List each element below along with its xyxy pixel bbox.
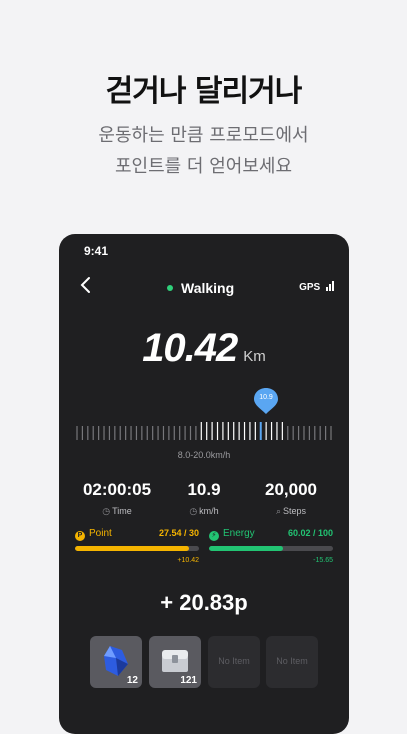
point-label: Point — [89, 528, 112, 539]
hero-subtitle: 운동하는 만큼 프로모드에서 포인트를 더 얻어보세요 — [0, 120, 407, 182]
distance-value: 10.42 — [142, 326, 238, 370]
item-slot-4[interactable]: No Item — [266, 636, 318, 688]
back-button[interactable] — [77, 274, 97, 296]
energy-ratio: 60.02 / 100 — [287, 528, 333, 538]
item-count: 12 — [126, 675, 138, 686]
item-slot-2[interactable]: 121 — [149, 636, 201, 688]
stat-steps-value: 20,000 — [265, 480, 317, 499]
energy-meter: ⚡ Energy 60.02 / 100 -15.65 — [209, 528, 333, 564]
no-item-label: No Item — [218, 656, 250, 666]
point-meter: P Point 27.54 / 30 +10.42 — [75, 528, 199, 564]
activity-mode: Walking — [167, 280, 234, 296]
stat-time-value: 02:00:05 — [82, 480, 152, 499]
hero-subtitle-line2: 포인트를 더 얻어보세요 — [114, 156, 293, 177]
stat-time-label: Time — [112, 506, 132, 516]
clock-icon: ◷ — [102, 506, 111, 516]
phone-screen: 9:41 Walking GPS 10.42 Km 10.9 8.0-20.0km… — [59, 234, 349, 734]
footprint-icon: ⌕ — [275, 506, 282, 516]
crystal-icon — [104, 646, 128, 676]
stat-speed-label: km/h — [199, 506, 219, 516]
hero-subtitle-line1: 운동하는 만큼 프로모드에서 — [98, 125, 309, 146]
status-dot-icon — [167, 285, 173, 291]
stat-speed: 10.9 ◷ km/h — [169, 480, 239, 517]
status-time: 9:41 — [84, 244, 109, 258]
hero-title: 걷거나 달리거나 — [105, 74, 303, 109]
treasure-box-icon — [162, 650, 188, 672]
map-pin-icon — [254, 388, 278, 414]
speed-gauge — [76, 422, 332, 440]
lightning-icon: ⚡ — [209, 531, 219, 541]
signal-icon — [326, 281, 335, 294]
speed-marker: 10.9 — [252, 386, 280, 416]
stat-speed-value: 10.9 — [187, 480, 221, 499]
point-coin-icon: P — [75, 531, 85, 541]
energy-fill — [209, 546, 284, 551]
stat-steps: 20,000 ⌕ Steps — [255, 480, 327, 517]
point-fill — [75, 546, 189, 551]
speed-icon: ◷ — [189, 506, 198, 516]
item-slot-3[interactable]: No Item — [208, 636, 260, 688]
chevron-left-icon — [80, 277, 90, 293]
energy-label: Energy — [223, 528, 255, 539]
energy-track — [209, 546, 333, 551]
point-track — [75, 546, 199, 551]
no-item-label: No Item — [276, 656, 308, 666]
point-ratio: 27.54 / 30 — [158, 528, 199, 538]
item-slot-1[interactable]: 12 — [90, 636, 142, 688]
gps-indicator: GPS — [299, 281, 335, 294]
energy-delta: -15.65 — [313, 557, 333, 564]
distance-unit: Km — [243, 348, 266, 365]
earned-points: + 20.83p — [160, 590, 248, 615]
speed-marker-value: 10.9 — [259, 394, 273, 401]
mode-label: Walking — [181, 280, 235, 296]
distance-readout: 10.42 Km — [59, 326, 349, 371]
gps-label: GPS — [299, 282, 321, 293]
item-count: 121 — [180, 675, 197, 686]
speed-range: 8.0-20.0km/h — [177, 450, 231, 460]
point-delta: +10.42 — [177, 557, 199, 564]
stat-time: 02:00:05 ◷ Time — [77, 480, 157, 517]
stat-steps-label: Steps — [283, 506, 307, 516]
